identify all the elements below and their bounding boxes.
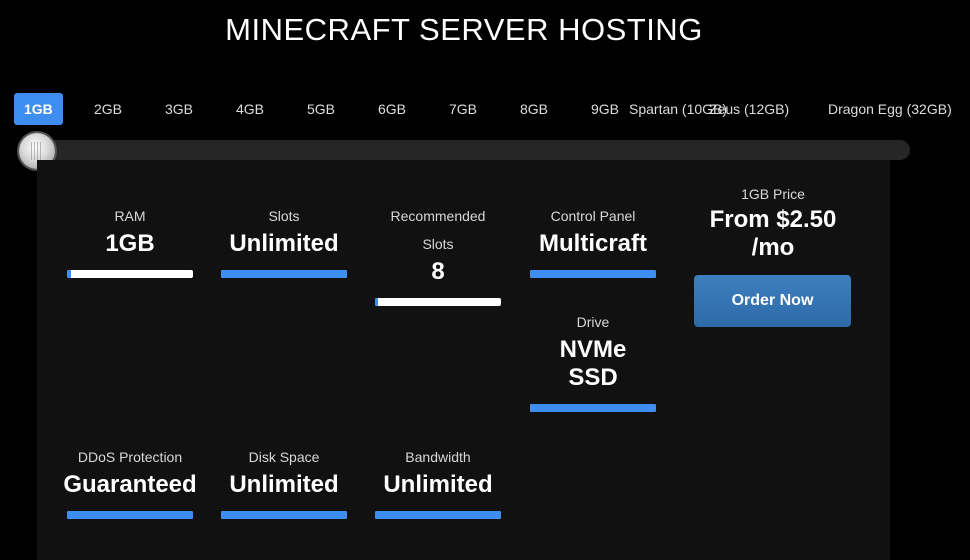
tab-1gb[interactable]: 1GB: [14, 93, 63, 125]
spec-recommended-bar: [375, 298, 501, 306]
spec-drive-label: Drive: [576, 314, 610, 330]
spec-slots: Slots Unlimited: [221, 202, 347, 278]
tab-3gb[interactable]: 3GB: [165, 93, 193, 125]
price-label: 1GB Price: [741, 186, 805, 202]
spec-slots-label: Slots: [268, 208, 300, 224]
spec-slots-bar: [221, 270, 347, 278]
spec-drive-value: NVMe: [559, 336, 627, 363]
tab-9gb[interactable]: 9GB: [591, 93, 619, 125]
spec-ddos-label: DDoS Protection: [77, 449, 183, 465]
spec-drive-value-2: SSD: [568, 364, 618, 391]
spec-disk-bar-fill: [221, 511, 347, 519]
spec-recommended-value: 8: [431, 258, 445, 285]
tab-zeus[interactable]: Zeus (12GB): [709, 93, 789, 125]
spec-recommended-label: Recommended: [390, 208, 486, 224]
tab-5gb[interactable]: 5GB: [307, 93, 335, 125]
tab-2gb[interactable]: 2GB: [94, 93, 122, 125]
plan-tabs: 1GB 2GB 3GB 4GB 5GB 6GB 7GB 8GB 9GB Spar…: [0, 93, 970, 125]
spec-disk-bar: [221, 511, 347, 519]
price-period: /mo: [751, 234, 795, 261]
spec-control-value: Multicraft: [539, 230, 647, 257]
spec-ram-label: RAM: [114, 208, 146, 224]
page-title: MINECRAFT SERVER HOSTING: [225, 12, 703, 47]
tab-6gb[interactable]: 6GB: [378, 93, 406, 125]
spec-ram: RAM 1GB: [67, 202, 193, 278]
spec-disk-value: Unlimited: [229, 471, 339, 498]
spec-bandwidth-bar: [375, 511, 501, 519]
tab-4gb[interactable]: 4GB: [236, 93, 264, 125]
spec-ram-bar: [67, 270, 193, 278]
spec-drive-bar: [530, 404, 656, 412]
spec-drive: Drive NVMe SSD: [530, 308, 656, 412]
spec-control-label: Control Panel: [550, 208, 636, 224]
spec-recommended-slots: Recommended Slots 8: [375, 202, 501, 306]
spec-bandwidth-value: Unlimited: [383, 471, 493, 498]
spec-ram-bar-fill: [67, 270, 71, 278]
spec-ddos-value: Guaranteed: [63, 471, 197, 498]
price-value: From $2.50: [709, 206, 837, 233]
spec-ram-value: 1GB: [105, 230, 155, 257]
spec-bandwidth-label: Bandwidth: [405, 449, 471, 465]
order-now-button[interactable]: Order Now: [694, 275, 851, 327]
spec-ddos: DDoS Protection Guaranteed: [63, 443, 197, 519]
plan-slider-track[interactable]: [20, 140, 910, 160]
spec-control-panel: Control Panel Multicraft: [530, 202, 656, 278]
spec-control-bar-fill: [530, 270, 656, 278]
price-block: 1GB Price From $2.50 /mo: [688, 182, 858, 262]
spec-recommended-bar-fill: [375, 298, 378, 306]
spec-drive-bar-fill: [530, 404, 656, 412]
spec-slots-bar-fill: [221, 270, 347, 278]
spec-bandwidth-bar-fill: [375, 511, 501, 519]
spec-ddos-bar: [67, 511, 193, 519]
tab-dragon-egg[interactable]: Dragon Egg (32GB): [828, 93, 952, 125]
spec-slots-value: Unlimited: [229, 230, 339, 257]
tab-7gb[interactable]: 7GB: [449, 93, 477, 125]
spec-disk-space: Disk Space Unlimited: [221, 443, 347, 519]
spec-bandwidth: Bandwidth Unlimited: [375, 443, 501, 519]
spec-recommended-label-2: Slots: [422, 236, 454, 252]
spec-disk-label: Disk Space: [248, 449, 320, 465]
tab-8gb[interactable]: 8GB: [520, 93, 548, 125]
spec-ddos-bar-fill: [67, 511, 193, 519]
spec-control-bar: [530, 270, 656, 278]
